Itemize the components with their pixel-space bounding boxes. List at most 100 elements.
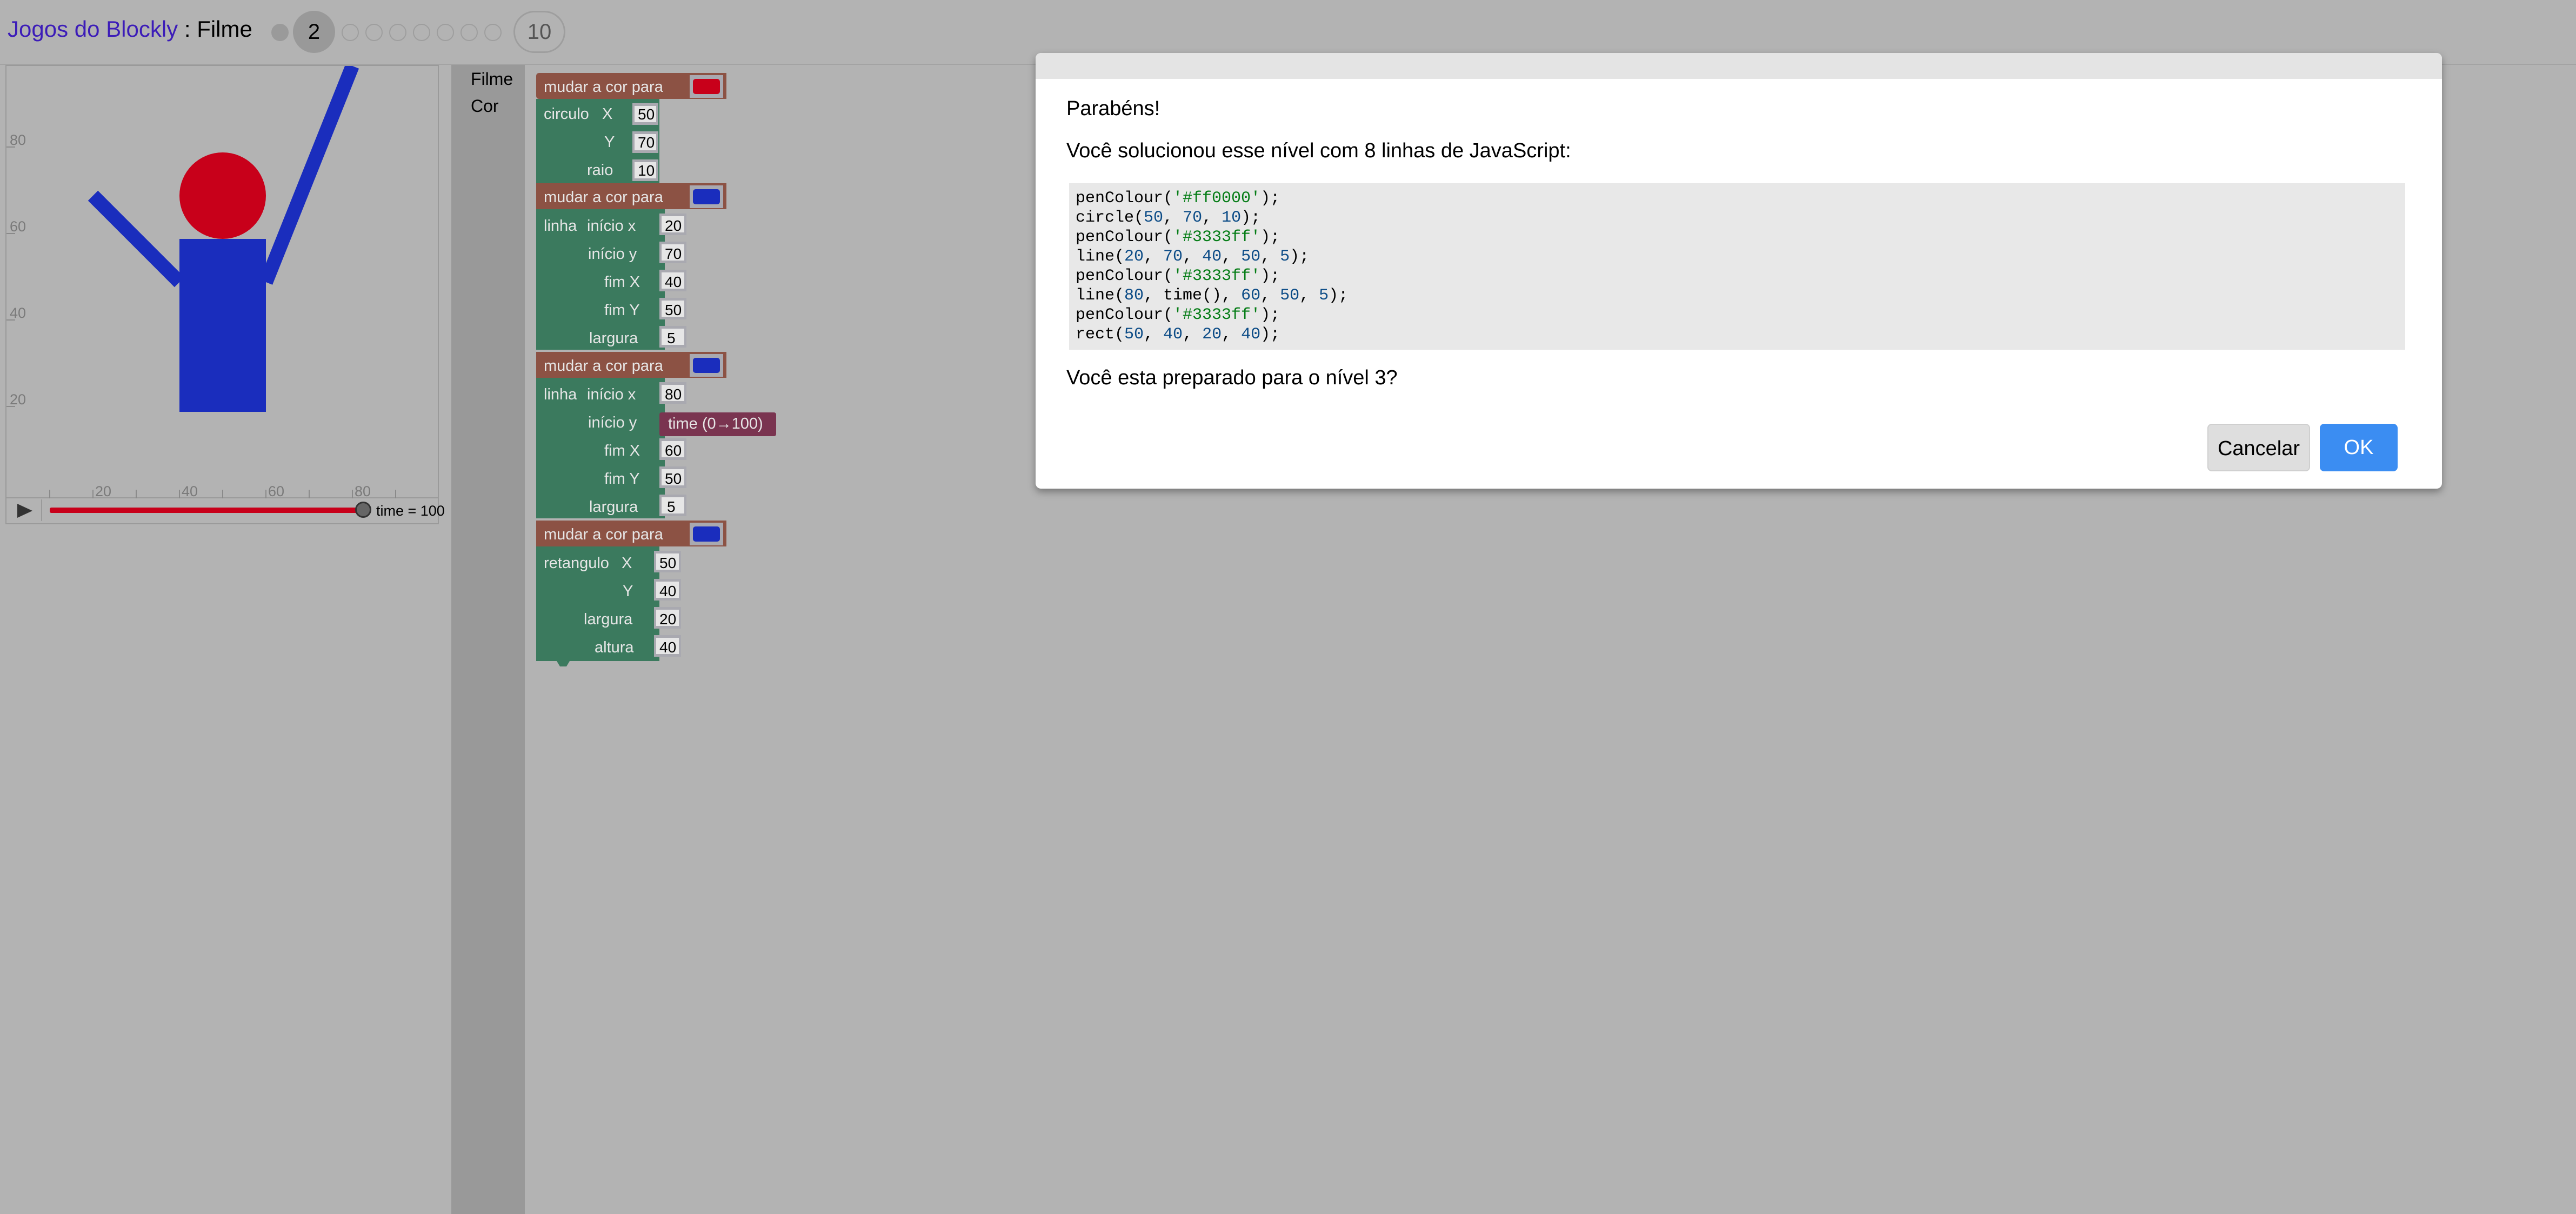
level-6-dot[interactable] bbox=[413, 24, 430, 41]
line-start-x-label: início x bbox=[587, 217, 636, 235]
line-label: linha bbox=[544, 386, 577, 403]
rectangle-y-value[interactable]: 40 bbox=[659, 583, 676, 599]
line-end-x-label: fim X bbox=[604, 274, 640, 291]
line-end-y-value[interactable]: 50 bbox=[665, 302, 682, 318]
solution-code: penColour('#ff0000'); circle(50, 70, 10)… bbox=[1069, 183, 2405, 350]
circle-x-value[interactable]: 50 bbox=[638, 106, 655, 123]
head-circle bbox=[179, 152, 266, 239]
circle-y-label: Y bbox=[604, 134, 615, 151]
game-name: Filme bbox=[197, 16, 252, 42]
colour-swatch[interactable] bbox=[693, 358, 720, 373]
set-colour-block[interactable]: mudar a cor para bbox=[536, 73, 726, 99]
code-line: penColour('#3333ff'); bbox=[1076, 228, 1280, 246]
circle-radius-value[interactable]: 10 bbox=[638, 162, 655, 179]
line-start-y-label: início y bbox=[588, 245, 637, 263]
rectangle-width-label: largura bbox=[584, 611, 633, 628]
play-icon bbox=[17, 504, 32, 518]
line-block[interactable]: time (0→100) linha início x início y fim… bbox=[536, 378, 776, 518]
line-block[interactable]: linha início x início y fim X fim Y larg… bbox=[536, 209, 686, 350]
time-slider-knob[interactable] bbox=[355, 502, 371, 518]
colour-swatch[interactable] bbox=[693, 189, 720, 204]
right-arm-line bbox=[259, 66, 359, 285]
line-end-y-label: fim Y bbox=[604, 302, 640, 319]
code-line: penColour('#ff0000'); bbox=[1076, 189, 1280, 208]
line-end-x-value[interactable]: 60 bbox=[665, 442, 682, 459]
rectangle-y-label: Y bbox=[623, 583, 633, 600]
level-9-dot[interactable] bbox=[484, 24, 502, 41]
time-scrubber: time = 100 bbox=[5, 498, 445, 524]
line-start-x-value[interactable]: 80 bbox=[665, 386, 682, 403]
rectangle-width-value[interactable]: 20 bbox=[659, 611, 676, 628]
line-end-x-value[interactable]: 40 bbox=[665, 274, 682, 290]
movie-drawing: 80 60 40 20 20 40 60 80 bbox=[6, 66, 396, 498]
level-1-dot[interactable] bbox=[271, 24, 289, 41]
set-colour-block[interactable]: mudar a cor para bbox=[536, 521, 726, 546]
time-slider-track[interactable] bbox=[50, 508, 363, 513]
line-width-value[interactable]: 5 bbox=[667, 498, 676, 515]
dialog-titlebar[interactable] bbox=[1036, 53, 2442, 79]
code-listing: penColour('#ff0000'); circle(50, 70, 10)… bbox=[1069, 183, 2405, 350]
x-tick-label: 20 bbox=[95, 483, 111, 498]
line-width-label: largura bbox=[589, 498, 638, 516]
program-blocks: mudar a cor para circulo X Y raio 50 70 … bbox=[536, 73, 776, 666]
level-8-dot[interactable] bbox=[461, 24, 478, 41]
circle-label: circulo bbox=[544, 105, 589, 123]
x-tick-label: 40 bbox=[182, 483, 198, 498]
level-7-dot[interactable] bbox=[437, 24, 454, 41]
toolbox-category-filme[interactable]: Filme bbox=[471, 69, 513, 89]
body-rectangle bbox=[179, 239, 266, 412]
level-5-dot[interactable] bbox=[389, 24, 406, 41]
line-width-label: largura bbox=[589, 330, 638, 347]
app-home-link[interactable]: Jogos do Blockly bbox=[8, 16, 178, 42]
y-tick-label: 60 bbox=[10, 218, 26, 235]
set-colour-block[interactable]: mudar a cor para bbox=[536, 352, 726, 378]
play-button[interactable] bbox=[9, 499, 42, 521]
rectangle-height-label: altura bbox=[595, 639, 634, 656]
code-line: penColour('#3333ff'); bbox=[1076, 267, 1280, 285]
code-line: rect(50, 40, 20, 40); bbox=[1076, 325, 1280, 344]
line-start-y-value[interactable]: 70 bbox=[665, 245, 682, 262]
rectangle-label: retangulo bbox=[544, 555, 609, 572]
x-tick-label: 60 bbox=[268, 483, 284, 498]
y-tick-label: 40 bbox=[10, 305, 26, 321]
circle-block[interactable]: circulo X Y raio 50 70 10 bbox=[536, 99, 659, 183]
x-axis: 20 40 60 80 bbox=[49, 483, 396, 498]
y-tick-label: 20 bbox=[10, 391, 26, 408]
rectangle-x-value[interactable]: 50 bbox=[659, 555, 676, 571]
line-label: linha bbox=[544, 217, 577, 235]
line-end-y-value[interactable]: 50 bbox=[665, 470, 682, 487]
circle-y-value[interactable]: 70 bbox=[638, 134, 655, 151]
dialog-solved-message: Você solucionou esse nível com 8 linhas … bbox=[1066, 139, 1571, 162]
code-line: line(80, time(), 60, 50, 5); bbox=[1076, 286, 1349, 305]
level-last[interactable]: 10 bbox=[513, 11, 565, 53]
colour-swatch[interactable] bbox=[693, 79, 720, 94]
rectangle-block[interactable]: retangulo X Y largura altura 50 40 20 40 bbox=[536, 546, 681, 666]
level-complete-dialog: Parabéns! Você solucionou esse nível com… bbox=[1036, 53, 2442, 489]
line-start-x-label: início x bbox=[587, 386, 636, 403]
title-separator: : bbox=[178, 16, 197, 42]
ok-button[interactable]: OK bbox=[2320, 424, 2398, 471]
cancel-button[interactable]: Cancelar bbox=[2207, 424, 2310, 471]
left-arm-line bbox=[88, 190, 185, 288]
circle-x-label: X bbox=[602, 105, 612, 123]
line-start-x-value[interactable]: 20 bbox=[665, 217, 682, 234]
level-current[interactable]: 2 bbox=[293, 11, 335, 53]
set-colour-block[interactable]: mudar a cor para bbox=[536, 183, 726, 209]
x-tick-label: 80 bbox=[355, 483, 371, 498]
page-title: Jogos do Blockly : Filme bbox=[8, 16, 252, 42]
level-4-dot[interactable] bbox=[365, 24, 383, 41]
movie-canvas: 80 60 40 20 20 40 60 80 bbox=[5, 65, 439, 498]
time-block[interactable]: time (0→100) bbox=[659, 412, 776, 436]
rectangle-x-label: X bbox=[622, 555, 632, 572]
line-width-value[interactable]: 5 bbox=[667, 330, 676, 346]
colour-swatch[interactable] bbox=[693, 526, 720, 542]
code-line: circle(50, 70, 10); bbox=[1076, 209, 1261, 227]
set-colour-label: mudar a cor para bbox=[544, 357, 664, 375]
toolbox-category-cor[interactable]: Cor bbox=[471, 96, 499, 116]
dialog-congrats: Parabéns! bbox=[1066, 97, 1160, 120]
time-block-label: time (0→100) bbox=[668, 415, 763, 432]
rectangle-height-value[interactable]: 40 bbox=[659, 639, 676, 656]
line-end-y-label: fim Y bbox=[604, 470, 640, 488]
level-3-dot[interactable] bbox=[342, 24, 359, 41]
line-start-y-label: início y bbox=[588, 414, 637, 431]
